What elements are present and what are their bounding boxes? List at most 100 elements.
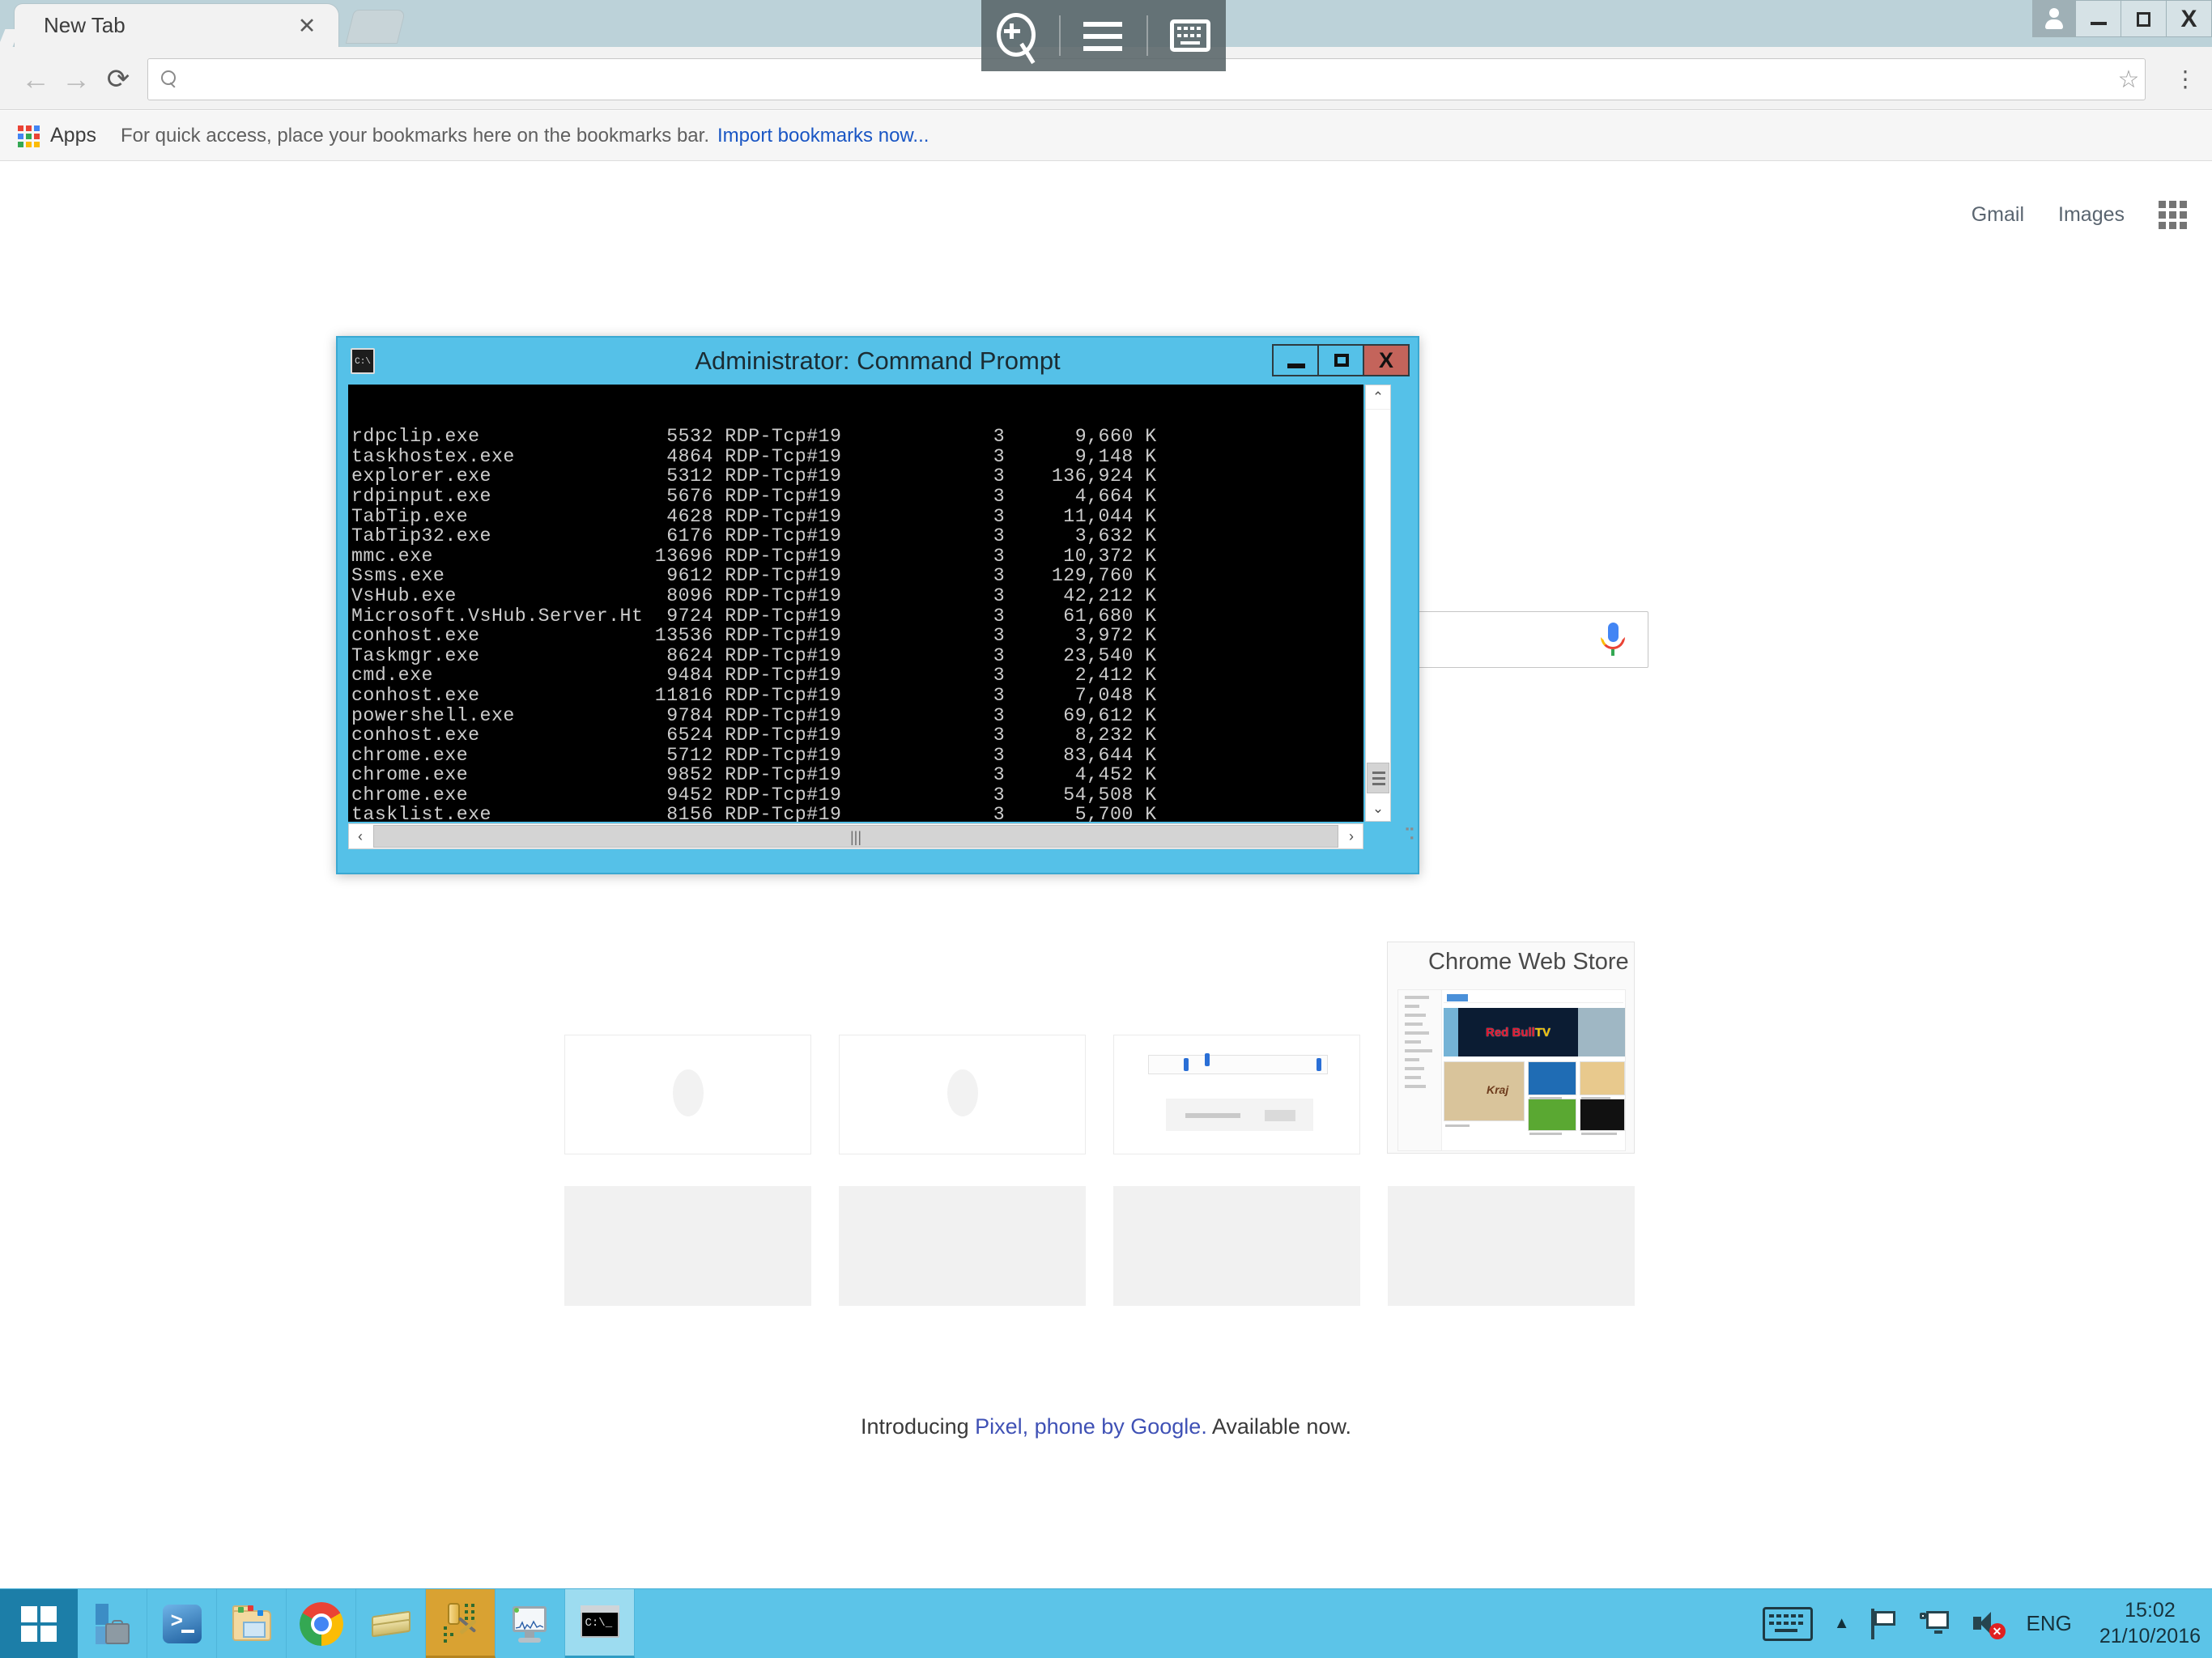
restore-button[interactable] — [2121, 0, 2167, 37]
console-output[interactable]: rdpclip.exe 5532 RDP-Tcp#19 3 9,660 Ktas… — [348, 385, 1363, 822]
new-tab-button[interactable] — [346, 10, 406, 44]
chrome-menu-icon[interactable]: ⋮ — [2173, 65, 2197, 94]
user-account-icon[interactable] — [2032, 0, 2076, 37]
sql-server-management-studio-icon — [369, 1602, 413, 1646]
hamburger-menu-icon[interactable] — [1075, 7, 1132, 64]
images-link[interactable]: Images — [2058, 203, 2125, 227]
minimize-button[interactable] — [2076, 0, 2121, 37]
most-visited-tile-6[interactable] — [1113, 1186, 1360, 1306]
pixel-promo-link[interactable]: Pixel, phone by Google. — [975, 1414, 1207, 1439]
taskbar-ssms[interactable] — [356, 1589, 426, 1658]
table-row: conhost.exe 11816 RDP-Tcp#19 3 7,048 K — [351, 686, 1363, 706]
show-hidden-icons-icon[interactable]: ▲ — [1834, 1614, 1850, 1633]
most-visited-tile-4[interactable] — [564, 1186, 811, 1306]
thumb-hero-banner: Red BullTV — [1458, 1008, 1578, 1056]
table-row: rdpclip.exe 5532 RDP-Tcp#19 3 9,660 K — [351, 427, 1363, 447]
magnifier-plus-icon[interactable] — [989, 7, 1045, 64]
promo-suffix: Available now. — [1207, 1414, 1351, 1439]
import-bookmarks-link[interactable]: Import bookmarks now... — [717, 125, 929, 147]
scroll-left-button[interactable]: ‹ — [349, 824, 372, 848]
back-icon[interactable]: ← — [21, 65, 50, 94]
browser-tab[interactable]: New Tab ✕ — [15, 4, 338, 47]
scroll-right-button[interactable]: › — [1340, 824, 1363, 848]
forward-icon[interactable]: → — [62, 65, 91, 94]
table-row: chrome.exe 9452 RDP-Tcp#19 3 54,508 K — [351, 785, 1363, 806]
chrome-web-store-title: Chrome Web Store — [1428, 949, 1629, 976]
taskbar-tools[interactable] — [426, 1589, 496, 1658]
chrome-icon — [300, 1602, 343, 1646]
google-apps-grid-icon[interactable] — [2159, 201, 2186, 228]
bookmark-star-icon[interactable]: ☆ — [2115, 66, 2142, 94]
start-button[interactable] — [0, 1589, 78, 1658]
system-tray: ▲ ✕ ENG 15:02 21/10/2016 — [1763, 1589, 2212, 1658]
network-icon[interactable] — [1920, 1609, 1950, 1639]
cmd-caption-controls: X — [1274, 344, 1410, 376]
action-center-flag-icon[interactable] — [1871, 1609, 1899, 1639]
cmd-maximize-button[interactable] — [1317, 344, 1364, 376]
apps-grid-icon[interactable] — [18, 125, 39, 147]
most-visited-tile-2[interactable] — [839, 1035, 1086, 1154]
chrome-web-store-tile[interactable]: Chrome Web Store Red BullTV Kraj — [1387, 942, 1635, 1154]
taskbar-powershell[interactable]: > — [147, 1589, 217, 1658]
cmd-title-bar[interactable]: C:\ Administrator: Command Prompt X — [338, 338, 1418, 385]
resize-grip-icon[interactable]: ▪▪▪ — [1395, 824, 1414, 844]
tools-icon — [439, 1601, 483, 1644]
taskbar-performance-monitor[interactable] — [496, 1589, 565, 1658]
apps-label[interactable]: Apps — [50, 124, 96, 147]
gmail-link[interactable]: Gmail — [1972, 203, 2024, 227]
graph-line-icon — [516, 1620, 543, 1630]
taskbar-server-manager[interactable] — [78, 1589, 147, 1658]
close-icon[interactable]: ✕ — [296, 15, 317, 36]
tab-title: New Tab — [44, 13, 125, 38]
bookmarks-bar: Apps For quick access, place your bookma… — [0, 111, 2212, 161]
volume-muted-icon[interactable]: ✕ — [1972, 1609, 2006, 1639]
table-row: VsHub.exe 8096 RDP-Tcp#19 3 42,212 K — [351, 586, 1363, 606]
table-row: cmd.exe 9484 RDP-Tcp#19 3 2,412 K — [351, 665, 1363, 686]
taskbar-file-explorer[interactable] — [217, 1589, 287, 1658]
pixel-promo-text: Introducing Pixel, phone by Google. Avai… — [0, 1414, 2212, 1439]
server-manager-icon — [91, 1602, 134, 1646]
most-visited-tile-1[interactable] — [564, 1035, 811, 1154]
accessibility-floating-toolbar — [981, 0, 1226, 71]
command-prompt-window[interactable]: C:\ Administrator: Command Prompt X rdpc… — [336, 336, 1419, 874]
table-row: Microsoft.VsHub.Server.Ht 9724 RDP-Tcp#1… — [351, 606, 1363, 627]
table-row: mmc.exe 13696 RDP-Tcp#19 3 10,372 K — [351, 546, 1363, 567]
taskbar-chrome[interactable] — [287, 1589, 356, 1658]
horizontal-scroll-thumb[interactable]: ||| — [373, 825, 1338, 848]
bookmarks-hint-text: For quick access, place your bookmarks h… — [121, 125, 709, 147]
table-row: Ssms.exe 9612 RDP-Tcp#19 3 129,760 K — [351, 566, 1363, 586]
table-row: conhost.exe 6524 RDP-Tcp#19 3 8,232 K — [351, 725, 1363, 746]
promo-prefix: Introducing — [861, 1414, 975, 1439]
cmd-window-title: Administrator: Command Prompt — [338, 338, 1418, 385]
table-row: chrome.exe 5712 RDP-Tcp#19 3 83,644 K — [351, 746, 1363, 766]
language-indicator[interactable]: ENG — [2027, 1611, 2072, 1636]
cmd-minimize-button[interactable] — [1272, 344, 1319, 376]
scroll-up-button[interactable]: ⌃ — [1366, 385, 1390, 410]
vertical-scroll-thumb[interactable] — [1367, 763, 1389, 793]
close-icon: X — [1364, 346, 1408, 375]
microphone-icon[interactable] — [1601, 623, 1625, 658]
powershell-icon: > — [160, 1602, 204, 1646]
cmd-close-button[interactable]: X — [1363, 344, 1410, 376]
most-visited-tile-5[interactable] — [839, 1186, 1086, 1306]
scroll-down-button[interactable]: ⌄ — [1366, 797, 1390, 821]
toolbar-divider — [1059, 15, 1061, 56]
taskbar-command-prompt[interactable]: C:\_ — [565, 1589, 635, 1658]
thumb-card-label: Kraj — [1487, 1083, 1508, 1096]
clock[interactable]: 15:02 21/10/2016 — [2093, 1598, 2201, 1649]
reload-icon[interactable]: ⟳ — [104, 65, 133, 94]
window-caption-controls: X — [2032, 0, 2212, 47]
address-input[interactable] — [189, 68, 2145, 91]
most-visited-tile-3[interactable] — [1113, 1035, 1360, 1154]
most-visited-tile-7[interactable] — [1388, 1186, 1635, 1306]
console-horizontal-scrollbar[interactable]: ‹ ||| › — [348, 823, 1363, 849]
on-screen-keyboard-icon[interactable] — [1162, 7, 1219, 64]
close-button[interactable]: X — [2167, 0, 2212, 37]
clock-time: 15:02 — [2099, 1598, 2201, 1623]
windows-logo-icon — [21, 1606, 57, 1642]
most-visited-row-2 — [564, 1186, 1635, 1306]
thumb-card-green — [1528, 1099, 1576, 1131]
table-row: powershell.exe 9784 RDP-Tcp#19 3 69,612 … — [351, 706, 1363, 726]
touch-keyboard-icon[interactable] — [1763, 1607, 1813, 1641]
console-vertical-scrollbar[interactable]: ⌃ ⌄ — [1365, 385, 1391, 822]
